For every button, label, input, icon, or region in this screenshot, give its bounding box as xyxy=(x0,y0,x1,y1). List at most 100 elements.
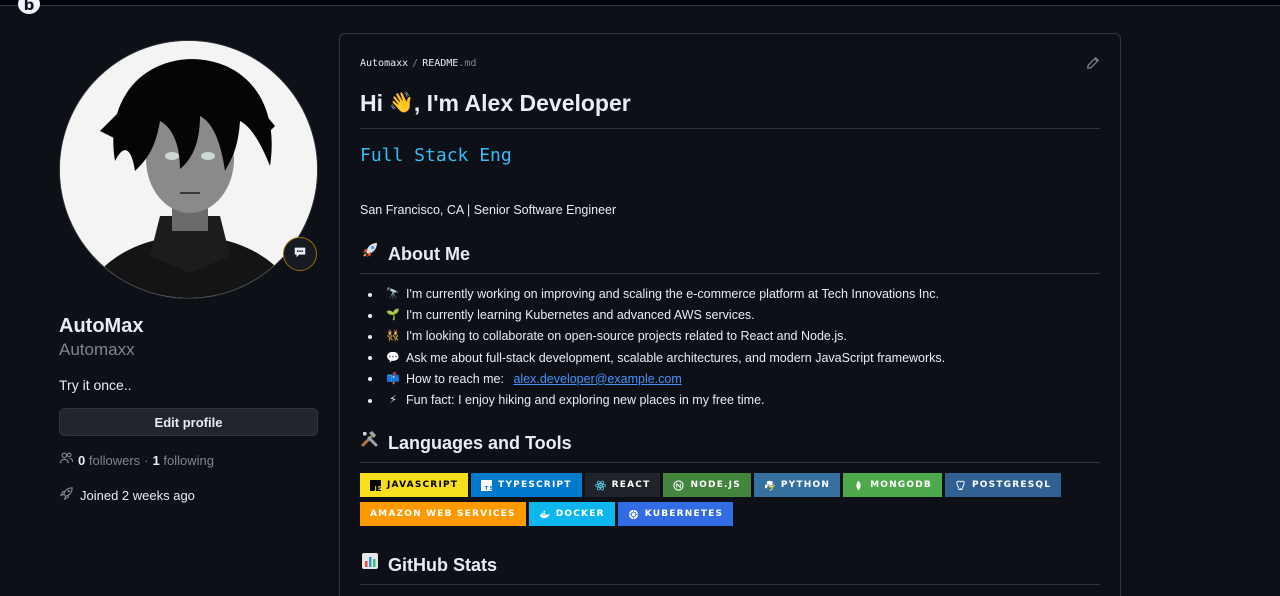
bullet-dot xyxy=(368,292,372,297)
waving-hand-icon: 👋 xyxy=(389,92,414,114)
badge-amazon-web-services[interactable]: Amazon Web Services xyxy=(360,502,526,526)
edit-profile-button[interactable]: Edit profile xyxy=(59,408,318,436)
badge-label: TypeScript xyxy=(498,480,572,490)
mongodb-icon xyxy=(853,479,864,491)
badge-typescript[interactable]: TS TypeScript xyxy=(471,473,582,497)
joined-info: Joined 2 weeks ago xyxy=(59,486,195,506)
separator-dot: · xyxy=(144,452,149,468)
heading-greeting: Hi xyxy=(360,90,383,116)
app-logo[interactable]: b xyxy=(18,0,40,14)
tools-badges: JS JavaScript TS TypeScript React Node.js Pyth… xyxy=(360,473,1100,531)
badge-label: Docker xyxy=(555,509,605,519)
badge-label: Python xyxy=(780,480,831,490)
profile-username: Automaxx xyxy=(59,340,135,359)
badge-label: JavaScript xyxy=(387,480,459,490)
rocket-icon xyxy=(360,240,380,267)
stats-heading: GitHub Stats xyxy=(360,551,1100,585)
about-list-item: ⚡ Fun fact: I enjoy hiking and exploring … xyxy=(368,390,945,411)
about-list-item: 👯 I'm looking to collaborate on open-sour… xyxy=(368,326,945,347)
about-item-text: Ask me about full-stack development, sca… xyxy=(406,350,946,365)
svg-text:JS: JS xyxy=(374,486,381,491)
bullet-dot xyxy=(368,356,372,361)
about-heading: About Me xyxy=(360,240,1100,274)
docker-icon xyxy=(539,509,550,520)
about-list-item: 🔭 I'm currently working on improving and … xyxy=(368,284,945,305)
stats-heading-text: GitHub Stats xyxy=(388,554,498,575)
breadcrumb-file-ext: .md xyxy=(458,58,477,69)
badge-row: Amazon Web Services Docker Kubernetes xyxy=(360,502,1100,526)
badge-kubernetes[interactable]: Kubernetes xyxy=(617,502,734,526)
badge-label: Node.js xyxy=(690,480,741,490)
joined-text: Joined 2 weeks ago xyxy=(80,488,195,503)
badge-mongodb[interactable]: MongoDB xyxy=(843,473,942,497)
heading-name: , I'm Alex Developer xyxy=(413,90,631,116)
bullet-dot xyxy=(368,398,372,403)
status-button[interactable] xyxy=(283,237,317,271)
profile-bio: Try it once.. xyxy=(59,377,132,393)
mailbox-icon: 📫 xyxy=(386,372,400,385)
rocket-icon xyxy=(59,486,74,506)
speech-bubble-icon xyxy=(293,245,307,264)
nodejs-icon xyxy=(673,479,685,491)
speech-bubble-icon: 💬 xyxy=(386,351,400,364)
following-label: following xyxy=(163,452,214,468)
postgresql-icon xyxy=(955,480,966,491)
breadcrumb-separator: / xyxy=(412,58,419,69)
badge-label: Amazon Web Services xyxy=(370,509,516,519)
about-heading-text: About Me xyxy=(388,243,470,264)
typescript-icon: TS xyxy=(481,479,493,491)
top-bar xyxy=(0,0,1280,6)
badge-label: MongoDB xyxy=(870,480,932,490)
telescope-icon: 🔭 xyxy=(386,288,400,300)
about-item-text: I'm looking to collaborate on open-sourc… xyxy=(406,329,847,344)
follow-stats: 0 followers · 1 following xyxy=(59,451,214,470)
people-icon xyxy=(59,451,74,470)
badge-python[interactable]: Python xyxy=(753,473,841,497)
about-list: 🔭 I'm currently working on improving and … xyxy=(368,284,945,411)
breadcrumb-file-name: README xyxy=(422,58,459,69)
react-icon xyxy=(594,480,606,491)
bullet-dot xyxy=(368,377,372,382)
followers-label: followers xyxy=(88,452,141,468)
badge-label: Kubernetes xyxy=(644,509,724,519)
profile-display-name: AutoMax xyxy=(59,315,144,337)
avatar[interactable] xyxy=(59,40,318,299)
lightning-icon: ⚡ xyxy=(389,394,397,407)
readme-card: Automaxx / README.md Hi 👋 , I'm Alex Dev… xyxy=(339,33,1121,596)
tools-heading-text: Languages and Tools xyxy=(388,432,572,453)
badge-javascript[interactable]: JS JavaScript xyxy=(360,473,469,497)
badge-react[interactable]: React xyxy=(584,473,661,497)
about-list-item: 📫 How to reach me: alex.developer@example… xyxy=(368,369,945,390)
following-count: 1 xyxy=(152,452,160,468)
python-icon xyxy=(764,480,775,491)
bullet-dot xyxy=(368,335,372,339)
about-item-text: Fun fact: I enjoy hiking and exploring n… xyxy=(406,393,765,408)
badge-node-js[interactable]: Node.js xyxy=(663,473,751,497)
bullet-dot xyxy=(368,313,372,318)
email-link[interactable]: alex.developer@example.com xyxy=(513,369,681,390)
pencil-icon[interactable] xyxy=(1086,56,1100,75)
badge-label: PostgreSQL xyxy=(971,480,1052,490)
following-link[interactable]: 1 following xyxy=(153,452,214,470)
breadcrumb-owner[interactable]: Automaxx xyxy=(360,58,408,69)
badge-row: JS JavaScript TS TypeScript React Node.js Pyth… xyxy=(360,473,1100,497)
badge-docker[interactable]: Docker xyxy=(528,502,615,526)
kubernetes-icon xyxy=(628,509,639,520)
javascript-icon: JS xyxy=(370,479,381,491)
followers-count: 0 xyxy=(78,452,86,468)
about-item-text: I'm currently learning Kubernetes and ad… xyxy=(406,308,755,323)
people-icon: 👯 xyxy=(386,330,400,343)
about-list-item: 💬 Ask me about full-stack development, sc… xyxy=(368,348,945,369)
breadcrumb-file[interactable]: README.md xyxy=(422,58,476,69)
about-item-text: How to reach me: xyxy=(406,371,508,386)
badge-postgresql[interactable]: PostgreSQL xyxy=(944,473,1062,497)
tools-icon xyxy=(360,429,380,456)
followers-link[interactable]: 0 followers xyxy=(78,452,140,470)
location-line: San Francisco, CA | Senior Software Engi… xyxy=(360,203,617,217)
seedling-icon: 🌱 xyxy=(386,309,400,322)
readme-heading: Hi 👋 , I'm Alex Developer xyxy=(360,86,1100,129)
about-item-text: I'm currently working on improving and s… xyxy=(406,287,939,301)
breadcrumb: Automaxx / README.md xyxy=(360,58,476,69)
typing-banner: Full Stack Eng xyxy=(360,145,512,166)
about-list-item: 🌱 I'm currently learning Kubernetes and a… xyxy=(368,305,945,326)
